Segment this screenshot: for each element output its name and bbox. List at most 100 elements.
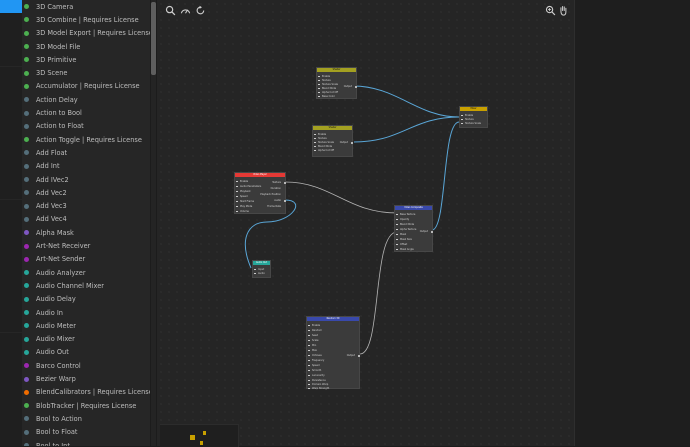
- port-mask[interactable]: Mask: [395, 233, 406, 236]
- port-blend-mode[interactable]: Blend Mode: [395, 223, 414, 226]
- port-random[interactable]: Random: [308, 329, 322, 332]
- port-offset[interactable]: Offset: [395, 243, 407, 246]
- port-output[interactable]: Output: [340, 141, 348, 144]
- node-graph-canvas[interactable]: Shader Enable Texture Texture Scale Blen…: [157, 0, 574, 446]
- output-dot[interactable]: [284, 200, 286, 202]
- minimap[interactable]: [160, 424, 239, 447]
- port-audio-out[interactable]: Audio: [274, 199, 281, 202]
- port-lacunarity[interactable]: Lacunarity: [308, 374, 325, 377]
- port-frame-rate[interactable]: Frame Rate: [267, 205, 281, 208]
- sidebar-item[interactable]: 3D Camera: [0, 0, 150, 14]
- port-persistence[interactable]: Persistence: [308, 379, 326, 382]
- port-output[interactable]: Output: [344, 85, 352, 88]
- port-texture[interactable]: Texture: [314, 137, 327, 140]
- audio-out-node[interactable]: Audio Out Input Audio: [252, 260, 271, 278]
- port-enable[interactable]: Enable: [313, 133, 326, 136]
- mixer-node[interactable]: Mixer Enable Texture Texture Scale: [459, 106, 488, 128]
- port-frequency[interactable]: Frequency: [307, 359, 324, 362]
- sidebar-item[interactable]: Audio Delay: [0, 292, 150, 306]
- sidebar-item[interactable]: Audio Meter: [0, 319, 150, 333]
- port-playback[interactable]: Playback: [236, 190, 251, 193]
- port-play-mode[interactable]: Play Mode: [235, 205, 252, 208]
- sidebar-item[interactable]: Art-Net Receiver: [0, 239, 150, 253]
- port-start-frame[interactable]: Start Frame: [235, 200, 254, 203]
- port-texture-scale[interactable]: Texture Scale: [314, 141, 334, 144]
- sidebar-scrollbar-thumb[interactable]: [151, 2, 156, 75]
- output-dot[interactable]: [284, 182, 286, 184]
- port-texture[interactable]: Texture: [461, 118, 474, 121]
- shader-node-2[interactable]: Shader Enable Texture Texture Scale Blen…: [312, 125, 353, 157]
- sidebar-item[interactable]: Add Float: [0, 146, 150, 160]
- port-duration[interactable]: Duration: [271, 187, 281, 190]
- port-enable[interactable]: Enable: [307, 324, 320, 327]
- sidebar-item[interactable]: Add Vec3: [0, 199, 150, 213]
- output-dot[interactable]: [355, 86, 357, 88]
- sidebar-item[interactable]: BlendCalibrators | Requires License: [0, 385, 150, 399]
- port-mask-size[interactable]: Mask Size: [396, 238, 412, 241]
- output-dot[interactable]: [358, 355, 360, 357]
- sidebar-item[interactable]: 3D Scene: [0, 66, 150, 80]
- shader-node-1[interactable]: Shader Enable Texture Texture Scale Blen…: [316, 67, 357, 99]
- port-min[interactable]: Min: [307, 344, 316, 347]
- port-enable[interactable]: Enable: [460, 114, 473, 117]
- sidebar-item[interactable]: 3D Primitive: [0, 53, 150, 67]
- port-alpha-cut-off[interactable]: Alpha Cut Off: [318, 91, 338, 94]
- port-volume[interactable]: Volume: [236, 210, 249, 213]
- port-input[interactable]: Input: [253, 268, 264, 271]
- sidebar-item[interactable]: Audio Analyzer: [0, 266, 150, 280]
- port-enable[interactable]: Enable: [317, 75, 330, 78]
- random-3d-node[interactable]: Random 3D Enable Random Seed Scale Min M…: [306, 316, 360, 390]
- port-texture-scale[interactable]: Texture Scale: [461, 122, 481, 125]
- sidebar-item[interactable]: Action to Bool: [0, 106, 150, 120]
- output-dot[interactable]: [351, 142, 353, 144]
- sidebar-item[interactable]: Add Vec2: [0, 186, 150, 200]
- sidebar-item[interactable]: Audio Channel Mixer: [0, 279, 150, 293]
- port-audio[interactable]: Audio: [254, 272, 265, 275]
- port-speed[interactable]: Speed: [308, 364, 320, 367]
- port-playback-position[interactable]: Playback Position: [260, 193, 281, 196]
- port-base-color[interactable]: Base Color: [318, 95, 335, 98]
- port-domain-warp[interactable]: Domain Warp: [307, 383, 328, 386]
- port-speed[interactable]: Speed: [236, 195, 248, 198]
- port-mask-angle[interactable]: Mask Angle: [396, 248, 414, 251]
- port-octaves[interactable]: Octaves: [308, 354, 322, 357]
- port-seed[interactable]: Seed: [308, 334, 318, 337]
- sidebar-item[interactable]: Alpha Mask: [0, 226, 150, 240]
- port-max[interactable]: Max: [308, 349, 317, 352]
- sidebar-item[interactable]: Audio In: [0, 305, 150, 320]
- sidebar-item[interactable]: BlobTracker | Requires License: [0, 399, 150, 413]
- port-blend-mode[interactable]: Blend Mode: [317, 87, 336, 90]
- port-texture[interactable]: Texture: [318, 79, 331, 82]
- sidebar-item[interactable]: 3D Model File: [0, 39, 150, 54]
- sidebar-item[interactable]: Add Int: [0, 159, 150, 173]
- sidebar-item[interactable]: Art-Net Sender: [0, 252, 150, 266]
- port-alpha-texture[interactable]: Alpha Texture: [395, 228, 416, 231]
- port-texture-scale[interactable]: Texture Scale: [318, 83, 338, 86]
- sidebar-item[interactable]: Bool to Action: [0, 412, 150, 426]
- sidebar-item[interactable]: Audio Mixer: [0, 332, 150, 346]
- port-output[interactable]: Output: [420, 230, 428, 233]
- sidebar-item[interactable]: Action Toggle | Requires License: [0, 133, 150, 147]
- sidebar-item[interactable]: Bezier Warp: [0, 372, 150, 386]
- port-scale[interactable]: Scale: [307, 339, 318, 342]
- sidebar-item[interactable]: Add Vec4: [0, 212, 150, 227]
- port-smooth[interactable]: Smooth: [307, 369, 321, 372]
- sidebar-item[interactable]: Add IVec2: [0, 172, 150, 187]
- sidebar-item[interactable]: Action to Float: [0, 119, 150, 133]
- sidebar-item[interactable]: Accumulator | Requires License: [0, 79, 150, 94]
- port-base-texture[interactable]: Base Texture: [395, 213, 415, 216]
- port-warp-strength[interactable]: Warp Strength: [307, 387, 329, 390]
- sidebar-item[interactable]: Action Delay: [0, 93, 150, 107]
- sidebar-item[interactable]: 3D Model Export | Requires License: [0, 26, 150, 40]
- sidebar-item[interactable]: Bool to Float: [0, 425, 150, 439]
- sidebar-item[interactable]: Bool to Int: [0, 438, 150, 446]
- port-blend-mode[interactable]: Blend Mode: [313, 145, 332, 148]
- sidebar-item[interactable]: Barco Control: [0, 359, 150, 373]
- sidebar-item[interactable]: 3D Combine | Requires License: [0, 13, 150, 27]
- port-output[interactable]: Output: [347, 354, 355, 357]
- port-alpha-cut-off[interactable]: Alpha Cut Off: [314, 149, 334, 152]
- video-composite-node[interactable]: Video Composite Base Texture Opacity Ble…: [394, 205, 433, 252]
- sidebar-item[interactable]: Audio Out: [0, 345, 150, 360]
- port-enable[interactable]: Enable: [235, 180, 248, 183]
- port-audio-parameters[interactable]: Audio Parameters: [235, 185, 261, 188]
